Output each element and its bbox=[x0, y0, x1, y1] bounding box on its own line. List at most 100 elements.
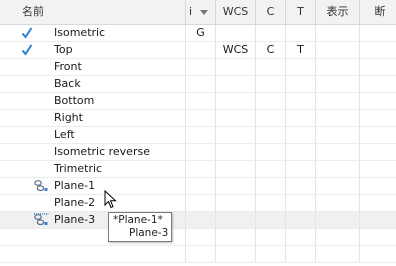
cell-t bbox=[286, 212, 316, 228]
cell-name[interactable]: Isometric reverse bbox=[0, 144, 186, 160]
cell-section bbox=[360, 161, 396, 177]
cell-c bbox=[256, 229, 286, 245]
column-header-name[interactable]: 名前 bbox=[0, 0, 186, 24]
column-header-display[interactable]: 表示 bbox=[316, 0, 360, 24]
cell-wcs bbox=[216, 59, 256, 75]
cell-c bbox=[256, 144, 286, 160]
cell-display bbox=[316, 110, 360, 126]
cell-i bbox=[186, 59, 216, 75]
cell-c bbox=[256, 127, 286, 143]
cell-wcs bbox=[216, 76, 256, 92]
cell-i: G bbox=[186, 25, 216, 41]
cell-c bbox=[256, 25, 286, 41]
cell-t bbox=[286, 246, 316, 262]
cell-name[interactable]: Back bbox=[0, 76, 186, 92]
cell-wcs bbox=[216, 127, 256, 143]
cell-c bbox=[256, 246, 286, 262]
mouse-cursor-icon bbox=[104, 190, 117, 209]
cell-wcs: WCS bbox=[216, 42, 256, 58]
view-row[interactable]: Back bbox=[0, 76, 396, 93]
view-row[interactable]: Top WCS C T bbox=[0, 42, 396, 59]
view-row[interactable]: Trimetric bbox=[0, 161, 396, 178]
cell-section bbox=[360, 42, 396, 58]
cell-display bbox=[316, 93, 360, 109]
cell-c bbox=[256, 178, 286, 194]
empty-row bbox=[0, 229, 396, 246]
cell-name[interactable]: Trimetric bbox=[0, 161, 186, 177]
cell-t bbox=[286, 127, 316, 143]
cell-name[interactable]: Plane-2 bbox=[0, 195, 186, 211]
cell-wcs bbox=[216, 93, 256, 109]
cell-display bbox=[316, 127, 360, 143]
column-header-i-label: i bbox=[189, 5, 193, 18]
cell-section bbox=[360, 110, 396, 126]
cell-section bbox=[360, 195, 396, 211]
cell-i bbox=[186, 76, 216, 92]
cell-display bbox=[316, 42, 360, 58]
tooltip: *Plane-1* Plane-3 bbox=[108, 212, 172, 242]
column-header-c[interactable]: C bbox=[256, 0, 286, 24]
cell-display bbox=[316, 246, 360, 262]
view-row[interactable]: Isometric G bbox=[0, 25, 396, 42]
cell-section bbox=[360, 59, 396, 75]
cell-name[interactable]: Plane-1 bbox=[0, 178, 186, 194]
tooltip-line-1: *Plane-1* bbox=[113, 214, 163, 226]
cell-name[interactable]: Right bbox=[0, 110, 186, 126]
cell-c bbox=[256, 76, 286, 92]
cell-name[interactable]: Isometric bbox=[0, 25, 186, 41]
cell-display bbox=[316, 25, 360, 41]
cell-display bbox=[316, 212, 360, 228]
cell-name[interactable] bbox=[0, 246, 186, 262]
cell-c bbox=[256, 161, 286, 177]
cell-wcs bbox=[216, 161, 256, 177]
cell-display bbox=[316, 144, 360, 160]
cell-display bbox=[316, 76, 360, 92]
view-row[interactable]: Isometric reverse bbox=[0, 144, 396, 161]
view-row[interactable]: Front bbox=[0, 59, 396, 76]
view-row[interactable]: Right bbox=[0, 110, 396, 127]
cell-c bbox=[256, 59, 286, 75]
cell-name[interactable]: Left bbox=[0, 127, 186, 143]
cell-t bbox=[286, 76, 316, 92]
cell-section bbox=[360, 178, 396, 194]
cell-name[interactable]: Top bbox=[0, 42, 186, 58]
column-header-wcs[interactable]: WCS bbox=[216, 0, 256, 24]
filter-arrow-icon[interactable] bbox=[200, 10, 208, 15]
cell-section bbox=[360, 25, 396, 41]
cell-i bbox=[186, 110, 216, 126]
cell-t bbox=[286, 110, 316, 126]
cell-c: C bbox=[256, 42, 286, 58]
column-header-i[interactable]: i bbox=[186, 0, 216, 24]
cell-section bbox=[360, 93, 396, 109]
cell-c bbox=[256, 195, 286, 211]
column-header-section[interactable]: 断 bbox=[360, 0, 396, 24]
view-row[interactable]: Bottom bbox=[0, 93, 396, 110]
cell-i bbox=[186, 195, 216, 211]
cell-section bbox=[360, 212, 396, 228]
cell-t bbox=[286, 161, 316, 177]
tooltip-line-2: Plane-3 bbox=[129, 227, 169, 239]
cell-i bbox=[186, 93, 216, 109]
view-row[interactable]: Plane-3 bbox=[0, 212, 396, 229]
cell-wcs bbox=[216, 25, 256, 41]
view-row[interactable]: Left bbox=[0, 127, 396, 144]
cell-t: T bbox=[286, 42, 316, 58]
cell-display bbox=[316, 195, 360, 211]
cell-wcs bbox=[216, 246, 256, 262]
cell-i bbox=[186, 42, 216, 58]
cell-i bbox=[186, 127, 216, 143]
cell-name[interactable]: Front bbox=[0, 59, 186, 75]
cell-i bbox=[186, 212, 216, 228]
cell-t bbox=[286, 25, 316, 41]
cell-display bbox=[316, 229, 360, 245]
column-header-t[interactable]: T bbox=[286, 0, 316, 24]
view-row[interactable]: Plane-2 bbox=[0, 195, 396, 212]
cell-section bbox=[360, 246, 396, 262]
cell-section bbox=[360, 127, 396, 143]
cell-display bbox=[316, 178, 360, 194]
cell-name[interactable]: Bottom bbox=[0, 93, 186, 109]
cell-c bbox=[256, 93, 286, 109]
cell-section bbox=[360, 144, 396, 160]
cell-wcs bbox=[216, 212, 256, 228]
view-row[interactable]: Plane-1 bbox=[0, 178, 396, 195]
